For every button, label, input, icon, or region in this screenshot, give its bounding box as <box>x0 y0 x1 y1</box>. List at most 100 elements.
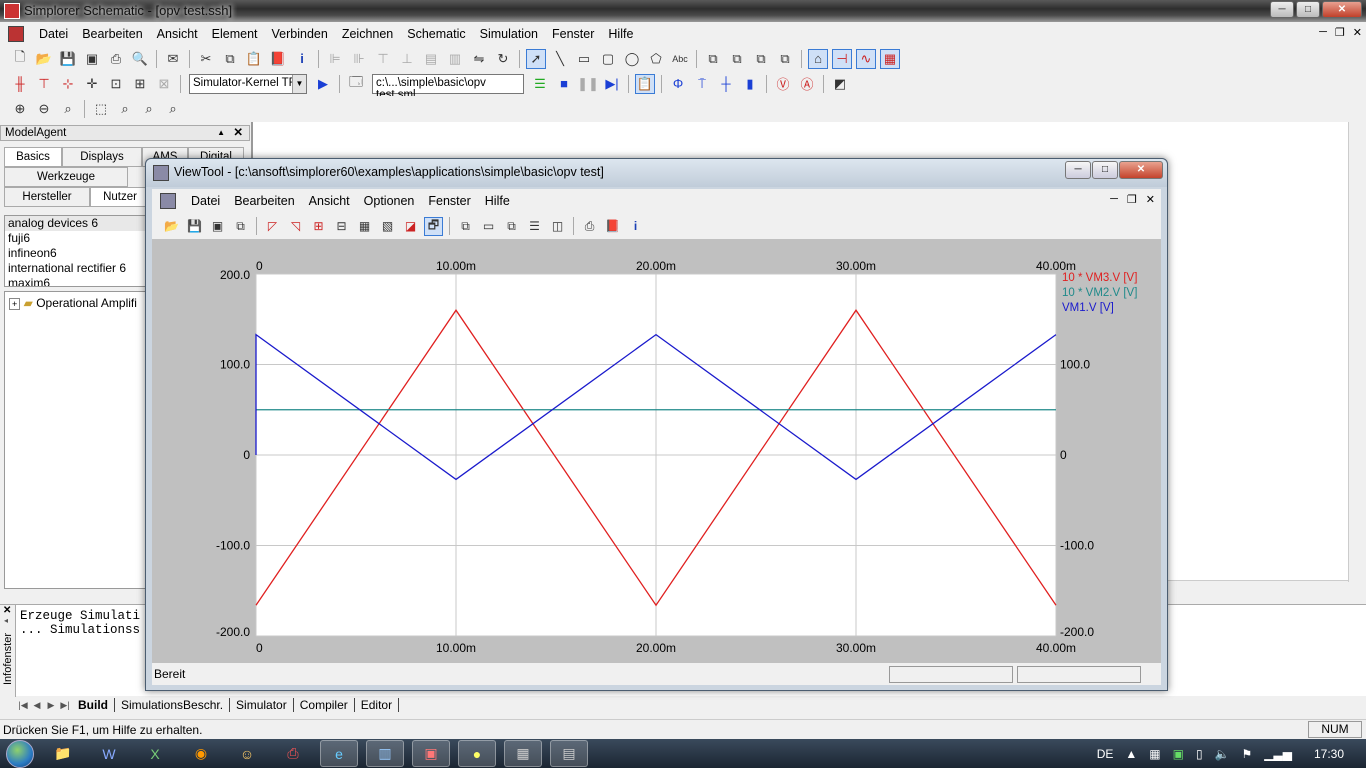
menu-hilfe[interactable]: Hilfe <box>601 27 640 41</box>
vt-tile-h-icon[interactable]: ☰ <box>525 217 544 236</box>
send-back-icon[interactable]: ⧉ <box>727 49 747 69</box>
expand-icon[interactable]: + <box>9 298 21 310</box>
vt-menu-hilfe[interactable]: Hilfe <box>478 194 517 208</box>
mdi-restore-icon[interactable]: ❐ <box>1335 26 1345 39</box>
continue-icon[interactable]: ▶| <box>602 74 622 94</box>
vt-save-icon[interactable]: 💾 <box>185 217 204 236</box>
pdf-icon[interactable]: ⎙ <box>274 740 312 767</box>
menu-simulation[interactable]: Simulation <box>473 27 545 41</box>
vt-print-icon[interactable]: ⎙ <box>580 217 599 236</box>
document-icon[interactable] <box>8 26 24 42</box>
vertical-scrollbar[interactable] <box>1348 122 1366 582</box>
tab-build[interactable]: Build <box>72 698 115 712</box>
list-item[interactable]: infineon6 <box>5 246 153 261</box>
save-icon[interactable]: 💾 <box>58 49 78 69</box>
new-file-icon[interactable]: 🗋 <box>10 49 30 69</box>
info-close-icon[interactable]: ✕ <box>0 605 15 616</box>
vt-menu-fenster[interactable]: Fenster <box>421 194 477 208</box>
word-icon[interactable]: W <box>90 740 128 767</box>
bring-front-icon[interactable]: ⧉ <box>703 49 723 69</box>
start-button[interactable] <box>0 739 40 768</box>
list-item[interactable]: maxim6 <box>5 276 153 286</box>
simulator-kernel-select[interactable]: Simulator-Kernel TR ▼ <box>189 73 307 94</box>
zoom-in-icon[interactable]: ⊕ <box>10 99 30 119</box>
mdi-minimize-icon[interactable]: ─ <box>1319 26 1327 39</box>
open-sim-icon[interactable]: 🗔 <box>346 74 366 94</box>
maximize-button[interactable]: □ <box>1296 1 1320 18</box>
vt-open-icon[interactable]: 📂 <box>162 217 181 236</box>
vt-grid-icon[interactable]: ⊞ <box>309 217 328 236</box>
crosshair-icon[interactable]: ✛ <box>82 74 102 94</box>
tab-simulationsbeschr[interactable]: SimulationsBeschr. <box>115 698 231 712</box>
tray-app-icon[interactable]: ▦ <box>1149 747 1160 761</box>
pointer-icon[interactable]: ➚ <box>526 48 546 69</box>
probe2-icon[interactable]: ⊞ <box>130 74 150 94</box>
vt-menu-ansicht[interactable]: Ansicht <box>302 194 357 208</box>
tray-green-icon[interactable]: ▣ <box>1173 747 1184 761</box>
vt-tile-v-icon[interactable]: ◫ <box>548 217 567 236</box>
volume-icon[interactable]: 🔈 <box>1215 747 1230 761</box>
vt-library-icon[interactable]: 📕 <box>603 217 622 236</box>
close-button[interactable]: ✕ <box>1322 1 1362 18</box>
library-icon[interactable]: 📕 <box>268 49 288 69</box>
close-panel-icon[interactable]: ✕ <box>233 126 243 140</box>
rounded-rect-tool-icon[interactable]: ▢ <box>598 49 618 69</box>
tray-expand-icon[interactable]: ▲ <box>1125 747 1137 761</box>
vt-save-as-icon[interactable]: ▣ <box>208 217 227 236</box>
zoom-fit-icon[interactable]: ⌕ <box>58 99 78 119</box>
first-tab-icon[interactable]: |◀ <box>16 700 30 711</box>
align-left-icon[interactable]: ⊫ <box>325 49 345 69</box>
open-folder-icon[interactable]: 📂 <box>34 49 54 69</box>
flag-icon[interactable]: ⚑ <box>1242 747 1253 761</box>
layer-down-icon[interactable]: ⧉ <box>775 49 795 69</box>
vt-chart1-icon[interactable]: ◸ <box>263 217 282 236</box>
tab-simulator[interactable]: Simulator <box>230 698 294 712</box>
messenger-icon[interactable]: ☺ <box>228 740 266 767</box>
diode-icon[interactable]: ⍑ <box>692 74 712 94</box>
probe3-icon[interactable]: ⊠ <box>154 74 174 94</box>
zoom-window-icon[interactable]: ⬚ <box>91 99 111 119</box>
vt-menu-optionen[interactable]: Optionen <box>357 194 422 208</box>
firefox-icon[interactable]: ◉ <box>182 740 220 767</box>
clock[interactable]: 17:30 <box>1314 747 1344 761</box>
ungroup-icon[interactable]: ▥ <box>445 49 465 69</box>
component-tree[interactable]: + ▰ Operational Amplifi <box>4 291 154 589</box>
simplorer-app-icon[interactable]: ▥ <box>366 740 404 767</box>
ground-icon[interactable]: ⊤ <box>34 74 54 94</box>
viewtool-icon[interactable] <box>153 165 169 181</box>
last-tab-icon[interactable]: ▶| <box>58 700 72 711</box>
zoom-out-icon[interactable]: ⊖ <box>34 99 54 119</box>
wave-icon[interactable]: ∿ <box>856 48 876 69</box>
capacitor-icon[interactable]: Φ <box>668 74 688 94</box>
app-icon[interactable] <box>4 3 20 19</box>
tab-displays[interactable]: Displays <box>62 147 142 167</box>
vt-cascade-icon[interactable]: ⧉ <box>502 217 521 236</box>
menu-element[interactable]: Element <box>205 27 265 41</box>
battery-icon[interactable]: ▯ <box>1196 747 1203 761</box>
vt-window-icon[interactable]: 🗗 <box>424 216 443 236</box>
vt-menu-datei[interactable]: Datei <box>184 194 227 208</box>
info-icon[interactable]: i <box>292 49 312 69</box>
align-right-icon[interactable]: ⊪ <box>349 49 369 69</box>
list-item[interactable]: analog devices 6 <box>5 216 153 231</box>
minimize-button[interactable]: ─ <box>1270 1 1294 18</box>
tree-item-label[interactable]: Operational Amplifi <box>36 296 137 310</box>
vt-mdi-close-icon[interactable]: ✕ <box>1146 193 1155 206</box>
explorer-icon[interactable]: 📁 <box>44 740 82 767</box>
rectangle-tool-icon[interactable]: ▭ <box>574 49 594 69</box>
tab-editor[interactable]: Editor <box>355 698 400 712</box>
save-all-icon[interactable]: ▣ <box>82 49 102 69</box>
layer-up-icon[interactable]: ⧉ <box>751 49 771 69</box>
viewtool-window-icon[interactable]: ▤ <box>550 740 588 767</box>
stop-icon[interactable]: ■ <box>554 74 574 94</box>
tab-compiler[interactable]: Compiler <box>294 698 355 712</box>
viewtool-doc-icon[interactable] <box>160 193 176 209</box>
run-icon[interactable]: ▶ <box>313 74 333 94</box>
prev-tab-icon[interactable]: ◀ <box>30 700 44 711</box>
ammeter-icon[interactable]: Ⓐ <box>797 74 817 94</box>
zoom-previous-icon[interactable]: ⌕ <box>139 99 159 119</box>
list-item[interactable]: international rectifier 6 <box>5 261 153 276</box>
vt-tile-icon[interactable]: ⧉ <box>456 217 475 236</box>
ellipse-tool-icon[interactable]: ◯ <box>622 49 642 69</box>
text-tool-icon[interactable]: Abc <box>670 49 690 69</box>
